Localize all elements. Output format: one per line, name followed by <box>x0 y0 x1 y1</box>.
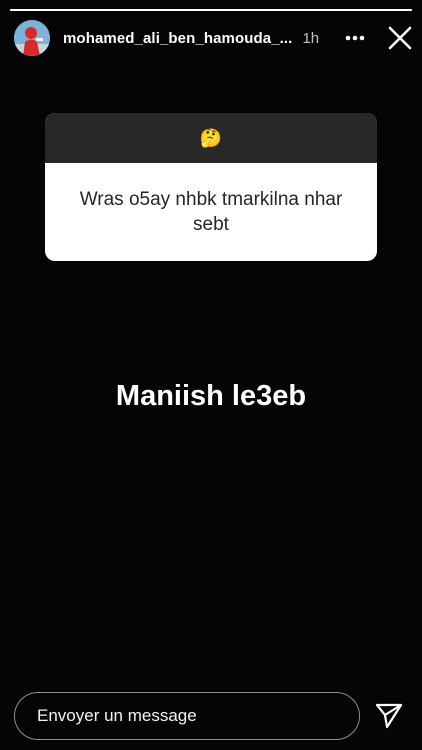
send-message-input[interactable] <box>14 692 360 740</box>
question-text: Wras o5ay nhbk tmarkilna nhar sebt <box>79 189 343 235</box>
answer-text: Maniish le3eb <box>115 380 307 412</box>
close-icon[interactable] <box>386 24 414 52</box>
thinking-emoji-icon: 🤔 <box>199 127 223 148</box>
story-header: mohamed_ali_ben_hamouda_... 1h <box>14 18 414 58</box>
story-progress-bar <box>10 9 412 11</box>
story-username[interactable]: mohamed_ali_ben_hamouda_... <box>63 30 292 47</box>
story-timestamp: 1h <box>302 29 320 47</box>
more-horizontal-icon[interactable] <box>344 28 366 48</box>
story-progress-fill <box>10 9 412 11</box>
question-sticker: 🤔 Wras o5ay nhbk tmarkilna nhar sebt <box>45 113 377 261</box>
paper-plane-send-icon[interactable] <box>375 703 403 729</box>
question-sticker-header: 🤔 <box>45 113 377 163</box>
story-viewer[interactable]: mohamed_ali_ben_hamouda_... 1h 🤔 Wras o5… <box>0 0 422 750</box>
avatar[interactable] <box>14 20 50 56</box>
avatar-figure-icon <box>14 20 50 56</box>
